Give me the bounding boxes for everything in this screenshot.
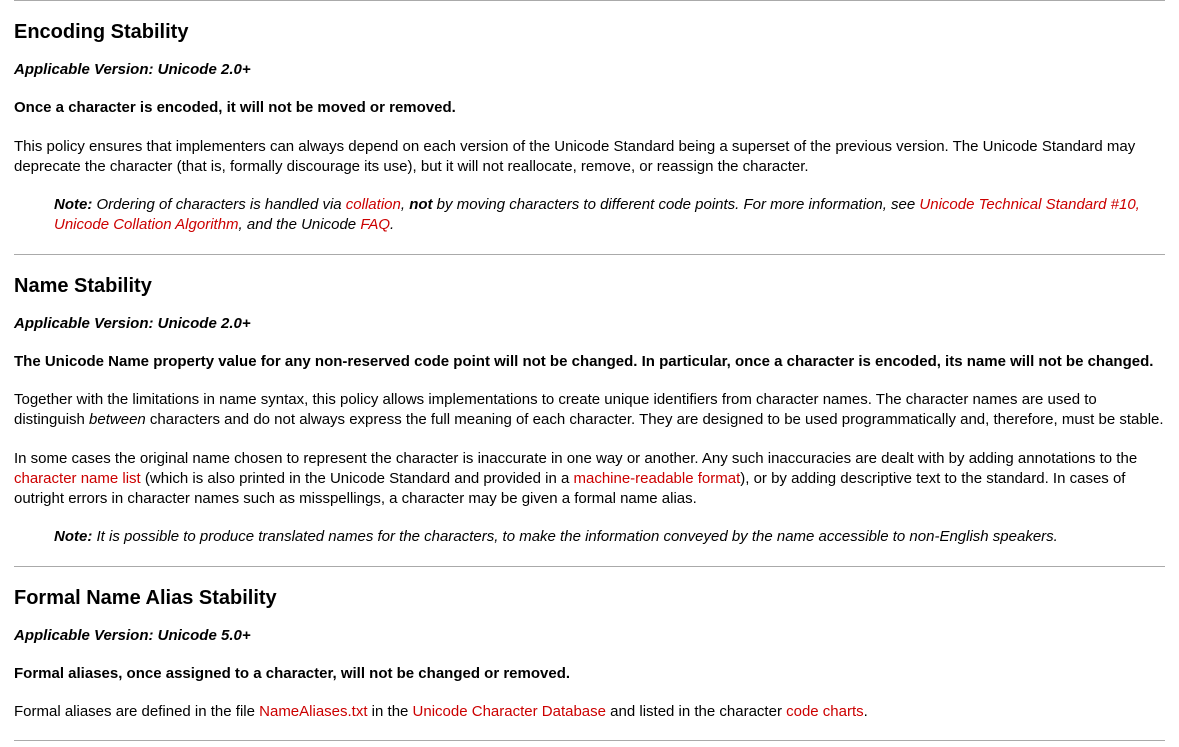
note-text: , and the Unicode — [239, 216, 361, 233]
divider — [14, 566, 1165, 567]
divider — [14, 0, 1165, 1]
divider — [14, 254, 1165, 255]
divider — [14, 740, 1165, 741]
emphasis-between: between — [89, 411, 146, 428]
applicable-version: Applicable Version: Unicode 5.0+ — [14, 626, 1165, 646]
paragraph: This policy ensures that implementers ca… — [14, 137, 1165, 178]
link-char-name-list[interactable]: character name list — [14, 470, 141, 487]
paragraph: Together with the limitations in name sy… — [14, 390, 1165, 431]
note-text: , — [401, 196, 409, 213]
note-block: Note: Ordering of characters is handled … — [54, 195, 1165, 236]
link-faq[interactable]: FAQ — [360, 216, 390, 233]
paragraph: In some cases the original name chosen t… — [14, 449, 1165, 510]
link-collation[interactable]: collation — [346, 196, 401, 213]
policy-statement: Once a character is encoded, it will not… — [14, 98, 1165, 118]
note-text: It is possible to produce translated nam… — [92, 528, 1058, 545]
text: . — [864, 703, 868, 720]
text: In some cases the original name chosen t… — [14, 450, 1137, 467]
link-ucd[interactable]: Unicode Character Database — [413, 703, 606, 720]
emphasis-not: not — [409, 196, 432, 213]
link-code-charts[interactable]: code charts — [786, 703, 864, 720]
text: (which is also printed in the Unicode St… — [141, 470, 574, 487]
link-machine-readable[interactable]: machine-readable format — [573, 470, 740, 487]
policy-statement: The Unicode Name property value for any … — [14, 352, 1165, 372]
text: and listed in the character — [606, 703, 786, 720]
note-label: Note: — [54, 528, 92, 545]
note-block: Note: It is possible to produce translat… — [54, 527, 1165, 547]
policy-statement: Formal aliases, once assigned to a chara… — [14, 664, 1165, 684]
note-text: Ordering of characters is handled via — [92, 196, 345, 213]
applicable-version: Applicable Version: Unicode 2.0+ — [14, 314, 1165, 334]
note-text: . — [390, 216, 394, 233]
note-label: Note: — [54, 196, 92, 213]
text: in the — [368, 703, 413, 720]
text: characters and do not always express the… — [146, 411, 1164, 428]
heading-name-stability: Name Stability — [14, 275, 1165, 298]
document-content: Encoding Stability Applicable Version: U… — [0, 0, 1179, 747]
heading-formal-alias-stability: Formal Name Alias Stability — [14, 587, 1165, 610]
applicable-version: Applicable Version: Unicode 2.0+ — [14, 60, 1165, 80]
note-text: by moving characters to different code p… — [433, 196, 920, 213]
link-namealiases[interactable]: NameAliases.txt — [259, 703, 367, 720]
paragraph: Formal aliases are defined in the file N… — [14, 702, 1165, 722]
heading-encoding-stability: Encoding Stability — [14, 21, 1165, 44]
document-viewport[interactable]: Encoding Stability Applicable Version: U… — [0, 0, 1179, 747]
text: Formal aliases are defined in the file — [14, 703, 259, 720]
